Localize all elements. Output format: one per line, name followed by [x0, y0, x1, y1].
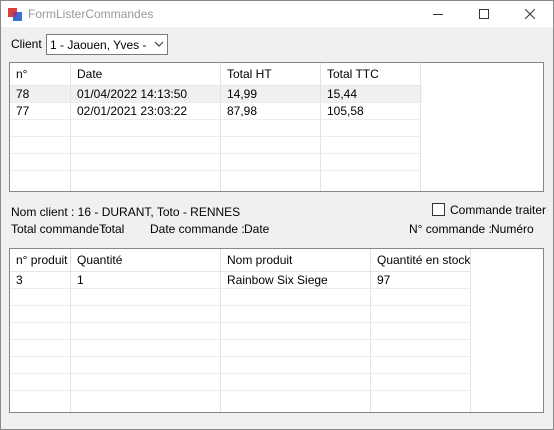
maximize-icon [479, 9, 489, 19]
products-grid[interactable]: n° produit Quantité Nom produit Quantité… [9, 248, 544, 413]
processed-checkbox[interactable] [432, 203, 445, 216]
empty-row [10, 289, 471, 306]
date-value: Date [244, 222, 270, 236]
empty-row [10, 120, 422, 137]
empty-row [10, 374, 471, 391]
products-header-number[interactable]: n° produit [10, 249, 71, 272]
products-header-name[interactable]: Nom produit [221, 249, 371, 272]
table-row[interactable]: 77 02/01/2021 23:03:22 87,98 105,58 [10, 103, 422, 120]
minimize-icon [433, 14, 443, 15]
processed-checkbox-label: Commande traiter [450, 203, 547, 217]
client-label: Client [11, 37, 42, 51]
products-header-row: n° produit Quantité Nom produit Quantité… [10, 249, 471, 272]
orders-grid[interactable]: n° Date Total HT Total TTC 78 01/04/2022… [9, 62, 544, 192]
close-button[interactable] [507, 1, 553, 27]
empty-row [10, 340, 471, 357]
order-total-ht: 87,98 [221, 103, 321, 120]
order-number-label: N° commande : [409, 222, 492, 236]
order-number: 77 [10, 103, 71, 120]
empty-row [10, 323, 471, 340]
app-icon [8, 7, 22, 21]
order-total-ht: 14,99 [221, 86, 321, 103]
order-total-ttc: 105,58 [321, 103, 421, 120]
title-bar: FormListerCommandes [1, 1, 553, 27]
orders-header-total-ht[interactable]: Total HT [221, 63, 321, 86]
client-name-text: Nom client : 16 - DURANT, Toto - RENNES [11, 205, 241, 219]
client-select-value: 1 - Jaouen, Yves - R [50, 38, 150, 52]
form-window: FormListerCommandes Client 1 - Jaouen, Y… [0, 0, 554, 430]
table-row[interactable]: 78 01/04/2022 14:13:50 14,99 15,44 [10, 86, 422, 103]
empty-row [10, 154, 422, 171]
chevron-down-icon [154, 41, 164, 47]
order-number-value: Numéro [491, 222, 534, 236]
close-icon [525, 9, 535, 19]
order-total-ttc: 15,44 [321, 86, 421, 103]
empty-row [10, 357, 471, 374]
total-label: Total commande : [11, 222, 106, 236]
product-number: 3 [10, 272, 71, 289]
minimize-button[interactable] [415, 1, 461, 27]
empty-row [10, 171, 422, 191]
orders-header-row: n° Date Total HT Total TTC [10, 63, 422, 86]
empty-row [10, 391, 471, 412]
order-number: 78 [10, 86, 71, 103]
products-header-stock[interactable]: Quantité en stock [371, 249, 471, 272]
product-stock: 97 [371, 272, 471, 289]
orders-header-date[interactable]: Date [71, 63, 221, 86]
date-label: Date commande : [150, 222, 245, 236]
order-date: 01/04/2022 14:13:50 [71, 86, 221, 103]
order-date: 02/01/2021 23:03:22 [71, 103, 221, 120]
products-header-quantity[interactable]: Quantité [71, 249, 221, 272]
client-select[interactable]: 1 - Jaouen, Yves - R [46, 34, 168, 55]
product-name: Rainbow Six Siege [221, 272, 371, 289]
product-quantity: 1 [71, 272, 221, 289]
maximize-button[interactable] [461, 1, 507, 27]
orders-header-total-ttc[interactable]: Total TTC [321, 63, 421, 86]
window-title: FormListerCommandes [28, 7, 154, 21]
total-value: Total [99, 222, 125, 236]
empty-row [10, 137, 422, 154]
empty-row [10, 306, 471, 323]
orders-header-number[interactable]: n° [10, 63, 71, 86]
table-row[interactable]: 3 1 Rainbow Six Siege 97 [10, 272, 471, 289]
